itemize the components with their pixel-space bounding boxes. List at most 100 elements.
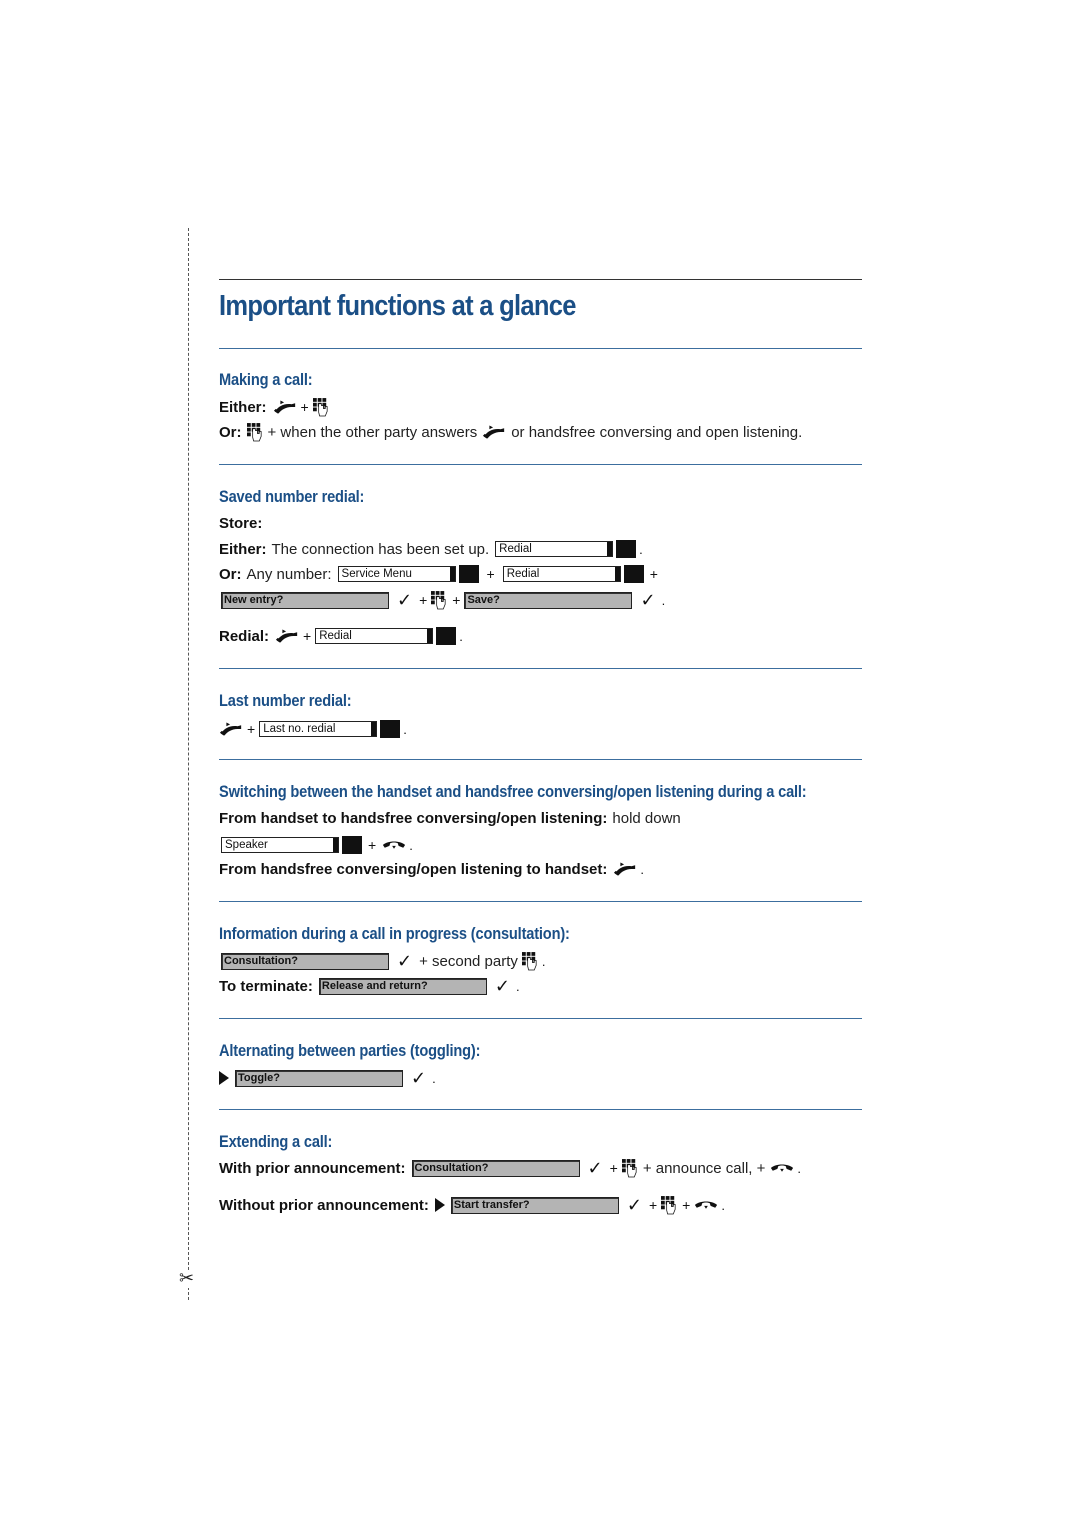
plus-sign: + xyxy=(300,399,309,415)
ok-check-icon[interactable]: ✓ xyxy=(397,590,412,611)
ok-check-icon[interactable]: ✓ xyxy=(640,590,655,611)
plus-sign: + xyxy=(649,566,658,582)
plus-sign: + xyxy=(247,721,256,737)
plus-sign: + xyxy=(452,592,461,608)
divider xyxy=(219,1109,862,1110)
section-heading: Switching between the handset and handsf… xyxy=(219,782,807,801)
redial-label: Redial: xyxy=(219,627,270,645)
announce-text: + announce call, + xyxy=(642,1159,766,1177)
lift-handset-icon xyxy=(275,628,299,644)
lift-handset-icon xyxy=(482,424,506,440)
period: . xyxy=(797,1160,802,1176)
divider xyxy=(219,759,862,760)
divider xyxy=(219,348,862,349)
top-rule xyxy=(219,279,862,280)
to-handset-label: From handsfree conversing/open listening… xyxy=(219,860,608,878)
cut-line xyxy=(188,228,189,1300)
divider xyxy=(219,1018,862,1019)
period: . xyxy=(639,541,643,557)
display-redial: Redial xyxy=(315,628,434,644)
softkey-button[interactable] xyxy=(436,627,457,645)
scissors-icon: ✂ xyxy=(179,1268,195,1289)
lift-handset-icon xyxy=(273,399,297,415)
either-label: Either: xyxy=(219,540,267,558)
ok-check-icon[interactable]: ✓ xyxy=(588,1158,603,1179)
second-party-text: + second party xyxy=(419,952,518,970)
plus-sign: + xyxy=(419,592,428,608)
hold-down-text: hold down xyxy=(612,809,681,827)
display-redial: Redial xyxy=(502,566,621,582)
softkey-button[interactable] xyxy=(342,836,362,854)
or-text: Any number: xyxy=(246,565,332,583)
menu-consultation: Consultation? xyxy=(411,1159,580,1177)
dial-keypad-icon xyxy=(313,398,330,417)
display-last-redial: Last no. redial xyxy=(259,721,378,737)
menu-save: Save? xyxy=(464,591,633,609)
period: . xyxy=(516,978,520,994)
plus-sign: + xyxy=(648,1197,658,1213)
or-line: Or: + when the other party answers or ha… xyxy=(219,422,802,442)
plus-sign: + xyxy=(682,1197,691,1213)
period: . xyxy=(409,837,413,853)
scroll-triangle-icon xyxy=(219,1071,229,1085)
ok-check-icon[interactable]: ✓ xyxy=(397,951,412,972)
dial-keypad-icon xyxy=(247,423,264,442)
ok-check-icon[interactable]: ✓ xyxy=(627,1195,642,1216)
hang-up-icon xyxy=(382,839,406,851)
menu-start-transfer: Start transfer? xyxy=(450,1196,619,1214)
section-heading: Alternating between parties (toggling): xyxy=(219,1041,481,1060)
menu-new-entry: New entry? xyxy=(221,591,389,609)
period: . xyxy=(403,721,407,737)
display-redial: Redial xyxy=(495,541,614,557)
section-heading: Last number redial: xyxy=(219,691,352,710)
divider xyxy=(219,464,862,465)
period: . xyxy=(721,1197,725,1213)
period: . xyxy=(541,953,546,969)
dial-keypad-icon xyxy=(622,1159,639,1178)
without-announcement-label: Without prior announcement: xyxy=(219,1196,429,1214)
section-consultation: Information during a call in progress (c… xyxy=(219,924,862,997)
page-title: Important functions at a glance xyxy=(219,290,576,322)
or-text-2: or handsfree conversing and open listeni… xyxy=(511,423,803,441)
or-text: + when the other party answers xyxy=(267,423,478,441)
menu-consultation: Consultation? xyxy=(221,952,389,970)
store-or-line: Or: Any number: Service Menu + Redial + xyxy=(219,564,662,584)
softkey-button[interactable] xyxy=(623,565,644,583)
or-label: Or: xyxy=(219,423,242,441)
period: . xyxy=(640,861,645,877)
either-label: Either: xyxy=(219,398,267,416)
ok-check-icon[interactable]: ✓ xyxy=(495,976,510,997)
section-heading: Information during a call in progress (c… xyxy=(219,924,570,943)
softkey-button[interactable] xyxy=(616,540,637,558)
section-making-call: Making a call: Either: + Or: + when the … xyxy=(219,370,862,390)
softkey-button[interactable] xyxy=(380,720,401,738)
section-heading: Extending a call: xyxy=(219,1132,333,1151)
divider xyxy=(219,901,862,902)
softkey-button[interactable] xyxy=(458,565,479,583)
scroll-triangle-icon xyxy=(434,1198,445,1212)
menu-release-return: Release and return? xyxy=(318,977,487,995)
section-last-redial: Last number redial: + Last no. redial . xyxy=(219,691,862,738)
store-label: Store: xyxy=(219,514,263,532)
store-menu-line: New entry? ✓ + + Save? ✓ . xyxy=(219,590,666,611)
dial-keypad-icon xyxy=(431,591,448,610)
display-speaker: Speaker xyxy=(221,837,339,853)
plus-sign: + xyxy=(609,1160,618,1176)
hang-up-icon xyxy=(770,1162,794,1174)
section-toggling: Alternating between parties (toggling): … xyxy=(219,1041,862,1089)
redial-line: Redial: + Redial . xyxy=(219,626,463,646)
display-service-menu: Service Menu xyxy=(337,566,456,582)
or-label: Or: xyxy=(219,565,242,583)
lift-handset-icon xyxy=(219,721,243,737)
period: . xyxy=(661,592,666,608)
section-heading: Saved number redial: xyxy=(219,487,365,506)
either-line: Either: + xyxy=(219,397,330,417)
divider xyxy=(219,668,862,669)
terminate-label: To terminate: xyxy=(219,977,313,995)
plus-sign: + xyxy=(303,628,312,644)
hang-up-icon xyxy=(694,1199,718,1211)
period: . xyxy=(459,628,463,644)
section-switching: Switching between the handset and handsf… xyxy=(219,782,862,878)
ok-check-icon[interactable]: ✓ xyxy=(411,1068,426,1089)
with-announcement-label: With prior announcement: xyxy=(219,1159,406,1177)
